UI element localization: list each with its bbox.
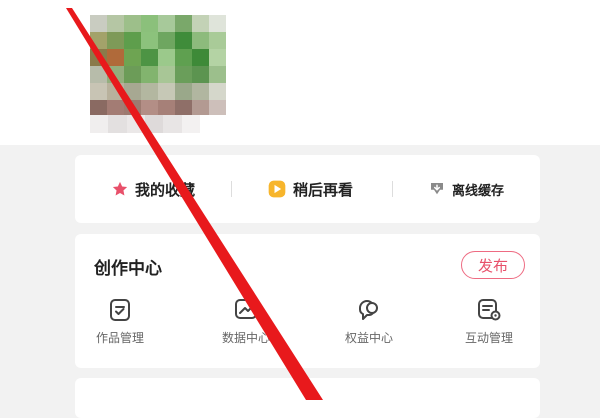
creation-center-card: 创作中心 发布 作品管理 数据中心 权益中心 互动管理 (75, 234, 540, 368)
data-center-label: 数据中心 (221, 331, 270, 345)
creation-center-title: 创作中心 (94, 259, 162, 279)
play-later-icon (268, 180, 286, 198)
next-section-card (75, 378, 540, 418)
data-center-icon (235, 299, 257, 319)
offline-cache-label: 离线缓存 (452, 183, 505, 199)
divider (231, 181, 232, 197)
interaction-manage-button[interactable]: 互动管理 (444, 296, 534, 346)
works-manage-label: 作品管理 (95, 331, 144, 345)
mosaic-fade (90, 115, 200, 133)
benefits-center-icon (359, 300, 378, 320)
data-center-button[interactable]: 数据中心 (201, 296, 291, 346)
download-icon (431, 183, 443, 195)
publish-button[interactable]: 发布 (461, 251, 525, 279)
watch-later-label: 稍后再看 (293, 180, 354, 199)
quick-actions-bar: 我的收藏 稍后再看 离线缓存 (75, 155, 540, 223)
interaction-manage-icon (478, 299, 501, 321)
divider (392, 181, 393, 197)
benefits-center-button[interactable]: 权益中心 (324, 296, 414, 346)
watch-later-button[interactable]: 稍后再看 (267, 155, 353, 223)
favorites-label: 我的收藏 (135, 180, 196, 199)
works-manage-button[interactable]: 作品管理 (75, 296, 165, 346)
interaction-manage-label: 互动管理 (464, 331, 513, 345)
favorites-button[interactable]: 我的收藏 (111, 155, 195, 223)
pixelated-avatar[interactable] (90, 15, 226, 133)
works-manage-icon (110, 299, 130, 321)
benefits-center-label: 权益中心 (344, 331, 393, 345)
mosaic-strip (90, 100, 226, 115)
mosaic-image (90, 15, 226, 100)
profile-header (0, 0, 600, 145)
star-icon (112, 181, 128, 196)
offline-cache-button[interactable]: 离线缓存 (428, 155, 504, 223)
